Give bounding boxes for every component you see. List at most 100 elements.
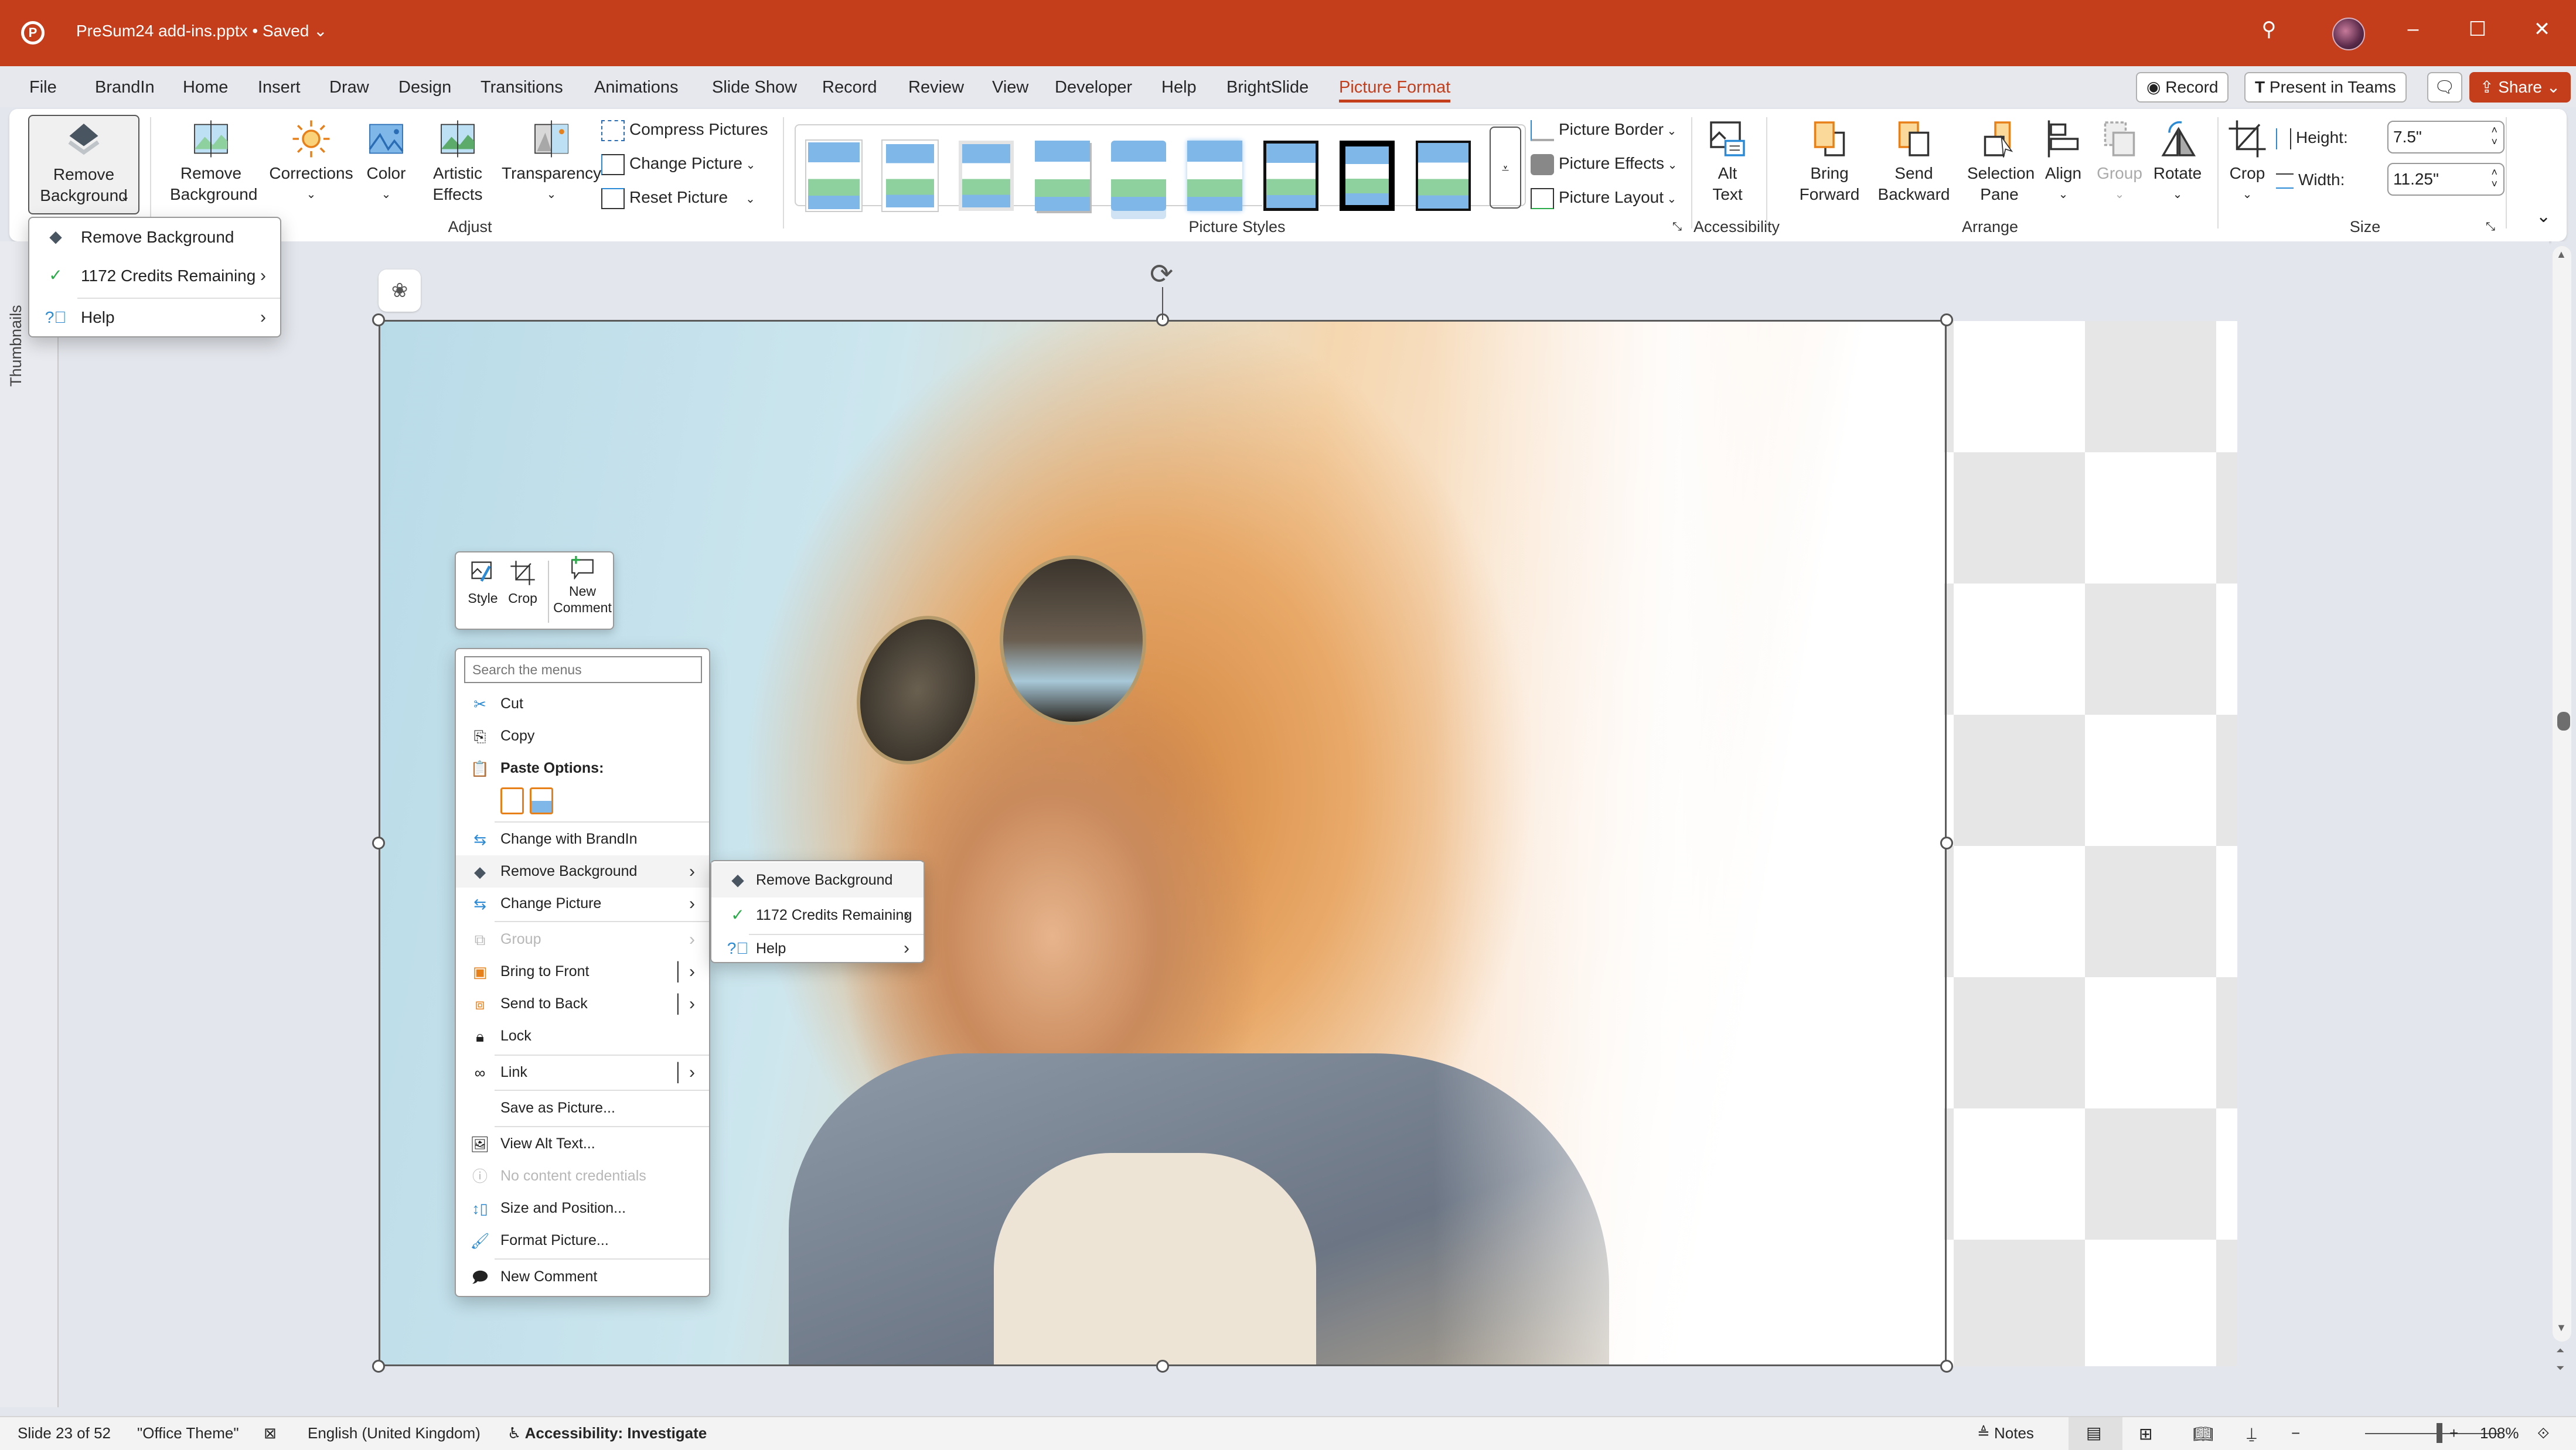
zoom-in-icon[interactable]: +	[2449, 1424, 2458, 1442]
menu-item-bring-to-front[interactable]: ▣ Bring to Front │ ›	[456, 956, 709, 988]
resize-handle-bottom-right[interactable]	[1940, 1360, 1953, 1373]
selection-pane-button[interactable]: Selection Pane	[1964, 118, 2035, 205]
tab-design[interactable]: Design	[398, 73, 451, 102]
resize-handle-right[interactable]	[1940, 837, 1953, 849]
resize-handle-top-right[interactable]	[1940, 313, 1953, 326]
tab-file[interactable]: File	[29, 73, 57, 102]
picture-style-thumb[interactable]	[1111, 141, 1166, 211]
crop-button[interactable]: Crop ⌄	[2222, 118, 2272, 205]
picture-effects-button[interactable]: Picture Effects ⌄	[1531, 149, 1677, 178]
tab-help[interactable]: Help	[1161, 73, 1197, 102]
tab-insert[interactable]: Insert	[258, 73, 301, 102]
share-button[interactable]: ⇪ Share ⌄	[2469, 72, 2571, 103]
bring-forward-button[interactable]: Bring Forward	[1788, 118, 1870, 205]
paste-as-picture-icon[interactable]	[530, 787, 553, 814]
menu-item-change-with-brandin[interactable]: ⇆ Change with BrandIn	[456, 823, 709, 855]
menu-item-format-picture[interactable]: 🖌︎ Format Picture...	[456, 1224, 709, 1257]
compress-pictures-button[interactable]: Compress Pictures	[601, 115, 768, 144]
rotate-button[interactable]: Rotate ⌄	[2148, 118, 2207, 205]
paste-keep-formatting-icon[interactable]	[500, 787, 524, 814]
language[interactable]: English (United Kingdom)	[308, 1424, 481, 1442]
copilot-icon[interactable]: ❀	[379, 269, 421, 312]
normal-view-button[interactable]: ▤	[2069, 1417, 2122, 1450]
tab-review[interactable]: Review	[908, 73, 964, 102]
picture-layout-button[interactable]: Picture Layout ⌄	[1531, 183, 1677, 212]
dropdown-item-credits[interactable]: ✓ 1172 Credits Remaining ›	[29, 257, 280, 295]
color-button[interactable]: Color ⌄	[360, 118, 413, 205]
change-picture-button[interactable]: Change Picture ⌄	[601, 149, 755, 178]
reset-picture-button[interactable]: Reset Picture ⌄	[601, 183, 755, 212]
comments-button[interactable]: 🗨	[2427, 72, 2462, 103]
remove-background-addin-button[interactable]: Remove Background ⌄	[28, 115, 139, 214]
picture-style-thumb[interactable]	[881, 139, 939, 212]
transparency-button[interactable]: Transparency ⌄	[502, 118, 601, 205]
thumbnails-label[interactable]: Thumbnails	[7, 305, 25, 387]
minimize-icon[interactable]: –	[2396, 18, 2431, 40]
avatar[interactable]	[2332, 18, 2365, 50]
submenu-item-help[interactable]: ?⃝ Help ›	[711, 935, 924, 962]
accessibility-status[interactable]: ♿︎ Accessibility: Investigate	[507, 1424, 707, 1442]
menu-item-view-alt-text[interactable]: 🖼︎ View Alt Text...	[456, 1128, 709, 1160]
menu-item-send-to-back[interactable]: ⧈ Send to Back │ ›	[456, 988, 709, 1020]
picture-style-thumb[interactable]	[1187, 141, 1242, 211]
tab-animations[interactable]: Animations	[594, 73, 678, 102]
scroll-down-icon[interactable]: ▼	[2556, 1322, 2567, 1334]
send-backward-button[interactable]: Send Backward	[1873, 118, 1955, 205]
close-icon[interactable]: ✕	[2524, 18, 2560, 41]
previous-slide-icon[interactable]: ⏶	[2556, 1345, 2564, 1356]
height-input[interactable]: 7.5" ˄ ˅	[2387, 121, 2505, 153]
artistic-effects-button[interactable]: Artistic Effects	[420, 118, 496, 205]
tab-home[interactable]: Home	[183, 73, 228, 102]
picture-style-thumb[interactable]	[1035, 141, 1090, 211]
align-button[interactable]: Align ⌄	[2037, 118, 2090, 205]
remove-background-button[interactable]: Remove Background	[158, 118, 264, 205]
resize-handle-bottom[interactable]	[1156, 1360, 1169, 1373]
width-input[interactable]: 11.25" ˄ ˅	[2387, 163, 2505, 196]
next-slide-icon[interactable]: ⏷	[2556, 1363, 2564, 1373]
corrections-button[interactable]: Corrections ⌄	[267, 118, 355, 205]
present-in-teams-button[interactable]: T Present in Teams	[2244, 72, 2407, 103]
menu-item-cut[interactable]: ✂ Cut	[456, 688, 709, 720]
document-title[interactable]: PreSum24 add-ins.pptx • Saved ⌄	[76, 21, 328, 40]
tab-record[interactable]: Record	[822, 73, 877, 102]
tab-transitions[interactable]: Transitions	[481, 73, 563, 102]
spinner-arrows-icon[interactable]: ˄ ˅	[2491, 166, 2497, 190]
dropdown-item-remove-background[interactable]: ◆ Remove Background	[29, 218, 280, 257]
picture-style-thumb[interactable]	[1262, 139, 1320, 212]
dialog-launcher-icon[interactable]: ⤡	[1672, 220, 1682, 234]
menu-item-save-as-picture[interactable]: Save as Picture...	[456, 1092, 709, 1124]
notes-button[interactable]: ≜ Notes	[1977, 1424, 2034, 1442]
dropdown-item-help[interactable]: ?⃝ Help ›	[29, 299, 280, 336]
dialog-launcher-icon[interactable]: ⤡	[2486, 220, 2495, 234]
submenu-item-remove-background[interactable]: ◆ Remove Background	[711, 862, 924, 898]
maximize-icon[interactable]: ☐	[2460, 18, 2495, 41]
rotate-handle-icon[interactable]: ⟳	[1150, 258, 1173, 291]
tab-brightslide[interactable]: BrightSlide	[1226, 73, 1309, 102]
zoom-level[interactable]: 108%	[2480, 1424, 2519, 1442]
more-styles-button[interactable]: ⩡	[1490, 127, 1521, 209]
picture-border-button[interactable]: Picture Border ⌄	[1531, 115, 1677, 144]
scroll-up-icon[interactable]: ▲	[2556, 248, 2567, 261]
zoom-out-icon[interactable]: −	[2291, 1424, 2300, 1442]
reading-view-icon[interactable]: 📖︎	[2193, 1424, 2214, 1444]
alt-text-button[interactable]: Alt Text	[1697, 118, 1758, 205]
menu-item-change-picture[interactable]: ⇆ Change Picture ›	[456, 888, 709, 920]
search-icon[interactable]: ⚲	[2251, 18, 2287, 41]
spinner-arrows-icon[interactable]: ˄ ˅	[2491, 124, 2497, 148]
resize-handle-left[interactable]	[372, 837, 385, 849]
tab-developer[interactable]: Developer	[1055, 73, 1132, 102]
picture-style-thumb[interactable]	[805, 139, 863, 212]
collapse-ribbon-icon[interactable]: ⌄	[2536, 206, 2551, 227]
picture-style-thumb[interactable]	[959, 141, 1014, 211]
tab-brandin[interactable]: BrandIn	[95, 73, 155, 102]
menu-item-remove-background[interactable]: ◆ Remove Background ›	[456, 855, 709, 888]
menu-item-new-comment[interactable]: 🗩 New Comment	[456, 1261, 709, 1293]
resize-handle-bottom-left[interactable]	[372, 1360, 385, 1373]
tab-picture-format[interactable]: Picture Format	[1339, 73, 1451, 103]
resize-handle-top-left[interactable]	[372, 313, 385, 326]
menu-item-copy[interactable]: ⎘ Copy	[456, 720, 709, 752]
record-button[interactable]: ◉ Record	[2136, 72, 2229, 103]
picture-style-thumb[interactable]	[1340, 141, 1395, 211]
tab-draw[interactable]: Draw	[329, 73, 369, 102]
zoom-slider-thumb[interactable]	[2436, 1423, 2442, 1443]
